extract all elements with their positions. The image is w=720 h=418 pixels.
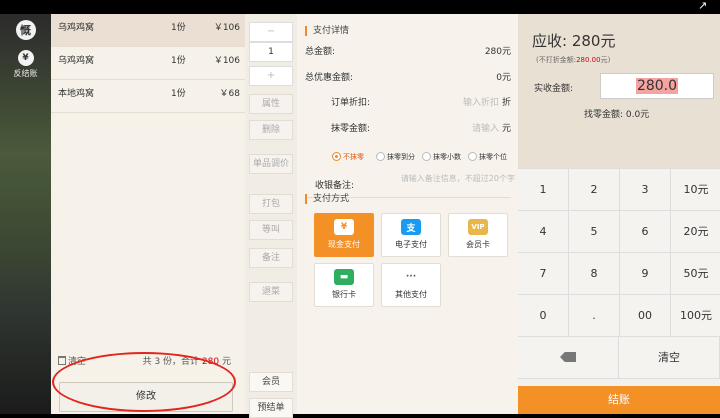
backspace-icon bbox=[560, 352, 576, 362]
qty-value[interactable]: 1 bbox=[249, 42, 293, 62]
export-icon[interactable]: ↗ bbox=[698, 0, 712, 12]
payment-method-title: 支付方式 bbox=[305, 194, 349, 204]
item-price: ￥106 bbox=[213, 56, 240, 66]
rounding-option-decimal[interactable]: 抹零小数 bbox=[422, 152, 461, 162]
keypad-clear-button[interactable]: 清空 bbox=[619, 337, 720, 379]
pack-button[interactable]: 打包 bbox=[249, 194, 293, 214]
member-button[interactable]: 会员 bbox=[249, 372, 293, 392]
numeric-keypad: 1 2 3 10元 4 5 6 20元 7 8 9 50元 0 . 00 100… bbox=[518, 168, 720, 388]
item-name: 乌鸡鸡窝 bbox=[58, 23, 95, 33]
yen-refund-icon: ¥ bbox=[17, 50, 34, 66]
qty-plus-button[interactable]: + bbox=[249, 66, 293, 86]
order-discount-input[interactable]: 输入折扣 bbox=[463, 95, 499, 108]
wait-call-button[interactable]: 等叫 bbox=[249, 220, 293, 240]
key-6[interactable]: 6 bbox=[620, 211, 671, 253]
alipay-icon: 支 bbox=[401, 219, 421, 235]
total-amount-value: 280元 bbox=[484, 47, 511, 57]
rounding-option-unit[interactable]: 抹零个位 bbox=[468, 152, 507, 162]
change-amount: 找零金额: 0.0元 bbox=[584, 110, 650, 120]
checkout-summary: 应收: 280元 (不打折金额:280.00元) 实收金额: 280.0 找零金… bbox=[518, 14, 720, 168]
member-card-button[interactable]: VIP 会员卡 bbox=[448, 213, 508, 257]
order-row[interactable]: 乌鸡鸡窝 1份 ￥106 bbox=[51, 14, 245, 47]
item-qty: 1份 bbox=[171, 56, 186, 66]
checkout-button[interactable]: 结账 bbox=[518, 386, 720, 414]
other-payment-button[interactable]: ··· 其他支付 bbox=[381, 263, 441, 307]
delete-button[interactable]: 删除 bbox=[249, 120, 293, 140]
rounding-options: 不抹零 抹零到分 抹零小数 抹零个位 bbox=[332, 152, 512, 164]
key-decimal[interactable]: . bbox=[569, 295, 620, 337]
cashier-note-input[interactable]: 请输入备注信息，不超过20个字 bbox=[385, 174, 515, 184]
payment-details-panel: 支付详情 总金额: 280元 总优惠金额: 0元 订单折扣: 输入折扣 折 抹零… bbox=[297, 14, 518, 414]
key-8[interactable]: 8 bbox=[569, 253, 620, 295]
bank-card-icon: ▬ bbox=[334, 269, 354, 285]
item-price: ￥106 bbox=[213, 23, 240, 33]
sidebar: 慨 ¥ 反结账 bbox=[0, 14, 51, 414]
return-dish-button[interactable]: 退菜 bbox=[249, 282, 293, 302]
receivable-amount: 应收: 280元 bbox=[532, 32, 616, 50]
key-9[interactable]: 9 bbox=[620, 253, 671, 295]
received-amount-input[interactable]: 280.0 bbox=[600, 73, 714, 99]
rounding-input[interactable]: 请输入 bbox=[472, 121, 499, 134]
item-price: ￥68 bbox=[219, 89, 240, 99]
item-name: 本地鸡窝 bbox=[58, 89, 95, 99]
rounding-option-cent[interactable]: 抹零到分 bbox=[376, 152, 415, 162]
more-icon: ··· bbox=[405, 272, 417, 282]
sidebar-item-label: 反结账 bbox=[13, 69, 38, 78]
received-amount-label: 实收金额: bbox=[534, 84, 574, 94]
order-row[interactable]: 乌鸡鸡窝 1份 ￥106 bbox=[51, 47, 245, 80]
rounding-row: 抹零金额: 请输入 元 bbox=[331, 121, 511, 134]
key-4[interactable]: 4 bbox=[518, 211, 569, 253]
order-row[interactable]: 本地鸡窝 1份 ￥68 bbox=[51, 80, 245, 113]
highlight-annotation bbox=[52, 352, 236, 412]
section-title: 支付详情 bbox=[305, 26, 349, 36]
backspace-button[interactable] bbox=[518, 337, 619, 379]
key-5[interactable]: 5 bbox=[569, 211, 620, 253]
order-discount-row: 订单折扣: 输入折扣 折 bbox=[331, 95, 511, 108]
cash-icon: ¥ bbox=[334, 219, 354, 235]
key-7[interactable]: 7 bbox=[518, 253, 569, 295]
radio-icon bbox=[376, 152, 385, 161]
total-amount-row: 总金额: 280元 bbox=[305, 44, 511, 57]
key-1[interactable]: 1 bbox=[518, 169, 569, 211]
cash-payment-button[interactable]: ¥ 现金支付 bbox=[314, 213, 374, 257]
radio-icon bbox=[422, 152, 431, 161]
key-00[interactable]: 00 bbox=[620, 295, 671, 337]
radio-icon bbox=[468, 152, 477, 161]
no-discount-amount: (不打折金额:280.00元) bbox=[536, 56, 611, 64]
vip-card-icon: VIP bbox=[468, 219, 488, 235]
qty-minus-button[interactable]: − bbox=[249, 22, 293, 42]
item-qty: 1份 bbox=[171, 23, 186, 33]
item-name: 乌鸡鸡窝 bbox=[58, 56, 95, 66]
key-2[interactable]: 2 bbox=[569, 169, 620, 211]
action-column: − 1 + 属性 删除 单品调价 打包 等叫 备注 退菜 会员 预结单 bbox=[245, 14, 297, 418]
discount-total-value: 0元 bbox=[496, 73, 511, 83]
key-3[interactable]: 3 bbox=[620, 169, 671, 211]
key-0[interactable]: 0 bbox=[518, 295, 569, 337]
key-10-yuan[interactable]: 10元 bbox=[671, 169, 720, 211]
note-button[interactable]: 备注 bbox=[249, 248, 293, 268]
key-20-yuan[interactable]: 20元 bbox=[671, 211, 720, 253]
trash-icon bbox=[58, 356, 66, 365]
top-strip: ↗ bbox=[0, 0, 720, 14]
attribute-button[interactable]: 属性 bbox=[249, 94, 293, 114]
rounding-option-none[interactable]: 不抹零 bbox=[332, 152, 364, 162]
discount-total-row: 总优惠金额: 0元 bbox=[305, 70, 511, 83]
item-price-adjust-button[interactable]: 单品调价 bbox=[249, 154, 293, 174]
menu-card-icon: 慨 bbox=[15, 20, 36, 40]
sidebar-item-reverse-checkout[interactable]: ¥ 反结账 bbox=[0, 50, 51, 79]
key-50-yuan[interactable]: 50元 bbox=[671, 253, 720, 295]
pre-bill-button[interactable]: 预结单 bbox=[249, 398, 293, 418]
bank-card-button[interactable]: ▬ 银行卡 bbox=[314, 263, 374, 307]
key-100-yuan[interactable]: 100元 bbox=[671, 295, 720, 337]
checkout-panel: 应收: 280元 (不打折金额:280.00元) 实收金额: 280.0 找零金… bbox=[518, 14, 720, 414]
radio-selected-icon bbox=[332, 152, 341, 161]
electronic-payment-button[interactable]: 支 电子支付 bbox=[381, 213, 441, 257]
item-qty: 1份 bbox=[171, 89, 186, 99]
sidebar-item-menu[interactable]: 慨 bbox=[0, 20, 51, 40]
